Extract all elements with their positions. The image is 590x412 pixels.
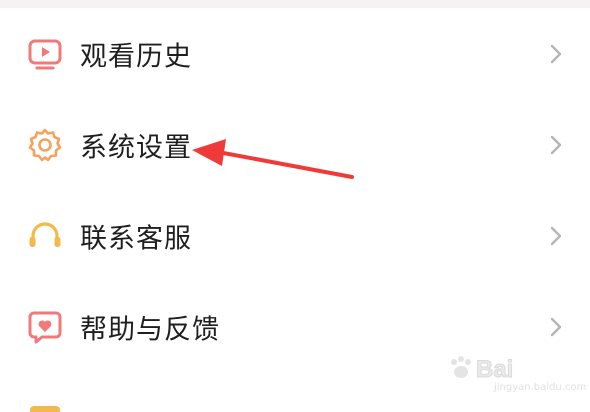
watermark-subtext: jingyan.baidu.com bbox=[494, 382, 587, 393]
settings-menu: 观看历史 系统设置 联系客服 帮助与反馈 bbox=[0, 8, 590, 372]
play-screen-icon bbox=[26, 35, 64, 73]
menu-item-watch-history[interactable]: 观看历史 bbox=[0, 8, 590, 99]
paw-icon bbox=[451, 356, 471, 378]
watermark-text: Bai bbox=[475, 356, 514, 384]
menu-item-label: 系统设置 bbox=[80, 132, 192, 163]
top-strip bbox=[0, 0, 590, 8]
chevron-right-icon bbox=[550, 44, 562, 63]
menu-item-system-settings[interactable]: 系统设置 bbox=[0, 99, 590, 190]
baidu-watermark: Bai jingyan.baidu.com bbox=[446, 352, 586, 393]
headset-icon bbox=[26, 217, 64, 255]
heart-chat-icon bbox=[26, 308, 64, 346]
menu-item-contact-service[interactable]: 联系客服 bbox=[0, 190, 590, 281]
menu-item-label: 联系客服 bbox=[80, 223, 192, 254]
chevron-right-icon bbox=[550, 226, 562, 245]
menu-item-label: 观看历史 bbox=[80, 41, 192, 72]
partial-item-icon bbox=[30, 406, 60, 412]
gear-icon bbox=[26, 126, 64, 164]
chevron-right-icon bbox=[550, 317, 562, 336]
chevron-right-icon bbox=[550, 135, 562, 154]
menu-item-label: 帮助与反馈 bbox=[80, 314, 220, 345]
